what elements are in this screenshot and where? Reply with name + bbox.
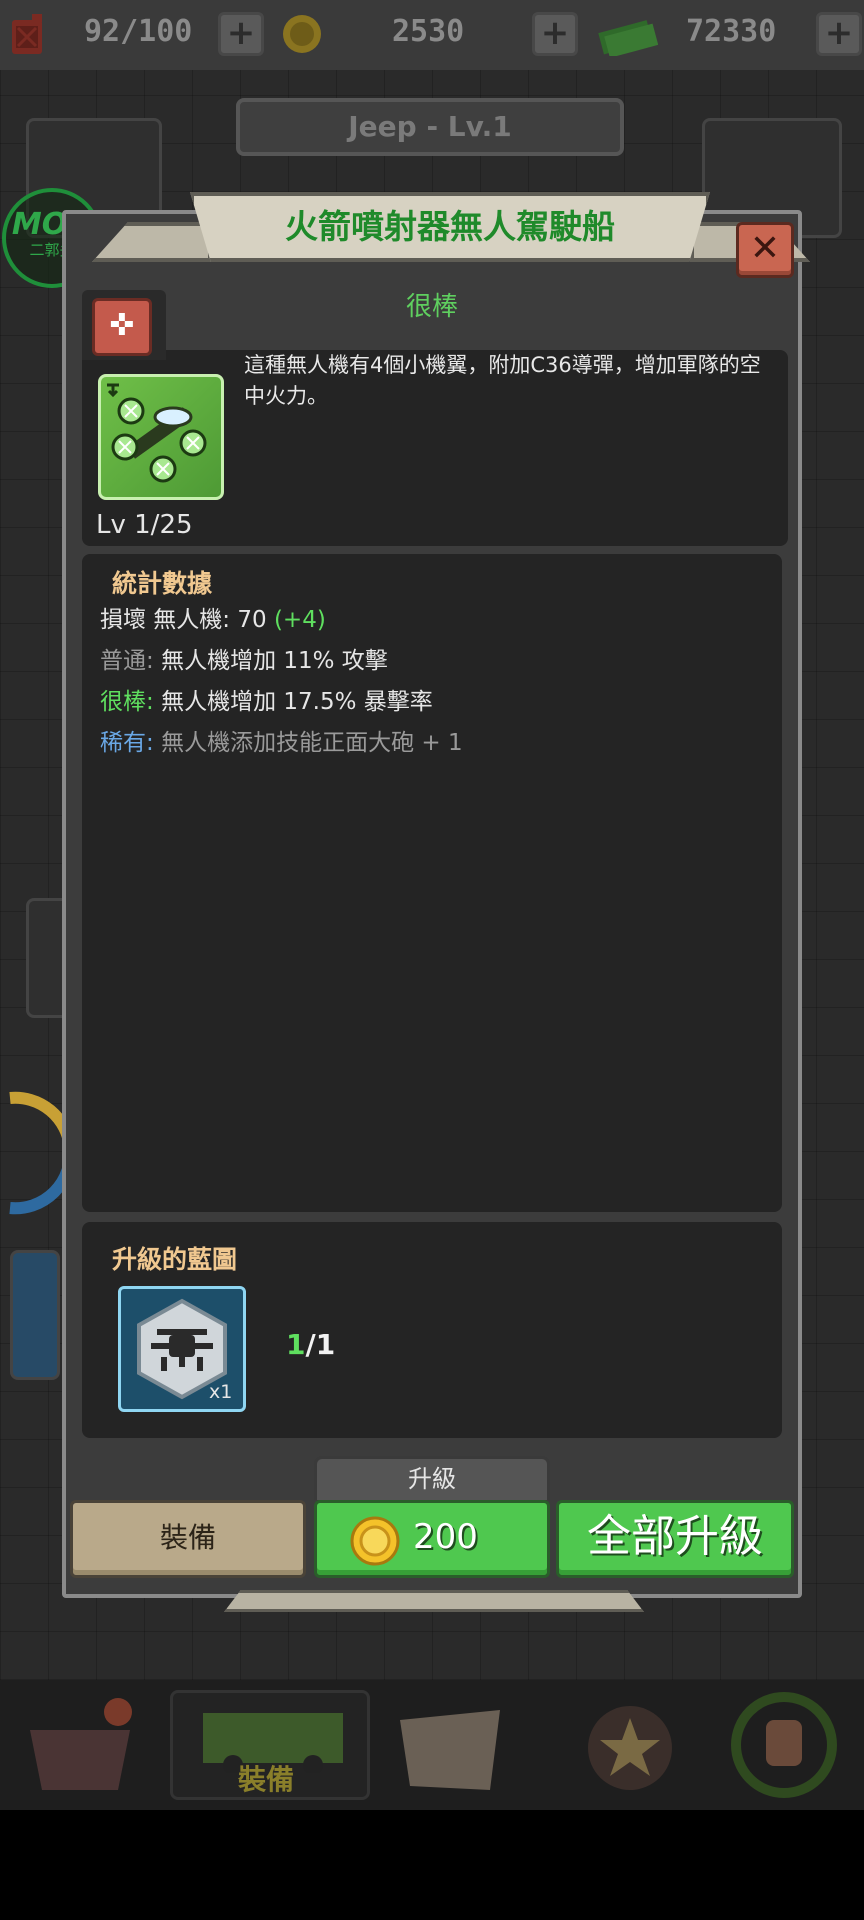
blueprint-card-qty: x1 bbox=[209, 1381, 233, 1403]
stats-heading: 統計數據 bbox=[112, 569, 213, 598]
stat-damage-bonus: (+4) bbox=[273, 607, 326, 633]
item-description: 這種無人機有4個小機翼，附加C36導彈，增加軍隊的空中火力。 bbox=[244, 353, 761, 408]
side-slot bbox=[10, 1250, 60, 1380]
close-icon: ✕ bbox=[749, 228, 781, 269]
item-level: Lv 1/25 bbox=[96, 510, 193, 540]
fuel-can-icon bbox=[12, 14, 42, 54]
equip-button[interactable]: 裝備 bbox=[70, 1500, 306, 1578]
stat-great: 很棒: 無人機增加 17.5% 暴擊率 bbox=[100, 682, 433, 716]
gold-coin-icon bbox=[350, 1516, 400, 1566]
stat-damage-value: 損壞 無人機: 70 bbox=[100, 607, 267, 633]
nav-medal-icon[interactable] bbox=[570, 1690, 690, 1800]
blueprint-count: 1/1 bbox=[286, 1328, 335, 1361]
item-title: 火箭噴射器無人駕駛船 bbox=[285, 207, 615, 246]
stat-great-tag: 很棒: bbox=[100, 689, 154, 715]
stat-rare-text: 無人機添加技能正面大砲 + 1 bbox=[161, 730, 463, 756]
nav-map-icon[interactable] bbox=[390, 1690, 510, 1800]
blueprint-owned: 1 bbox=[286, 1328, 306, 1361]
gold-coin-icon bbox=[283, 15, 321, 53]
fuel-count: 92/100 bbox=[84, 14, 193, 49]
stat-common-tag: 普通: bbox=[100, 648, 154, 674]
dialog-footer-bar bbox=[224, 1590, 644, 1612]
close-button[interactable]: ✕ bbox=[736, 222, 794, 278]
cash-icon bbox=[598, 20, 658, 56]
rarity-label: 很棒 bbox=[405, 292, 458, 322]
cash-count: 72330 bbox=[686, 14, 777, 49]
drone-item-image bbox=[98, 374, 224, 500]
blueprint-heading: 升級的藍圖 bbox=[112, 1245, 238, 1274]
upgrade-all-button[interactable]: 全部升級 bbox=[556, 1500, 794, 1578]
upgrade-all-label: 全部升級 bbox=[587, 1511, 763, 1562]
stat-damage: 損壞 無人機: 70 (+4) bbox=[100, 600, 326, 634]
add-coins-button[interactable]: + bbox=[532, 12, 578, 56]
upgrade-button[interactable]: 200 bbox=[314, 1500, 550, 1578]
blueprint-needed: /1 bbox=[305, 1328, 336, 1361]
stat-common-text: 無人機增加 11% 攻擊 bbox=[161, 648, 388, 674]
add-cash-button[interactable]: + bbox=[816, 12, 862, 56]
stat-great-text: 無人機增加 17.5% 暴擊率 bbox=[161, 689, 433, 715]
nav-fist-icon[interactable] bbox=[724, 1690, 844, 1800]
resource-bar: 92/100 + 2530 + 72330 + bbox=[0, 0, 864, 70]
nav-shop-basket-icon[interactable] bbox=[20, 1690, 140, 1800]
stat-rare-tag: 稀有: bbox=[100, 730, 154, 756]
stat-rare: 稀有: 無人機添加技能正面大砲 + 1 bbox=[100, 723, 463, 757]
equip-button-label: 裝備 bbox=[159, 1521, 216, 1554]
add-fuel-button[interactable]: + bbox=[218, 12, 264, 56]
blueprint-card[interactable]: x1 bbox=[118, 1286, 246, 1412]
coin-count: 2530 bbox=[392, 14, 465, 49]
upgrade-cost: 200 bbox=[413, 1517, 478, 1557]
vehicle-title: Jeep - Lv.1 bbox=[236, 98, 624, 156]
nav-equip-label: 裝備 bbox=[238, 1763, 295, 1796]
stat-common: 普通: 無人機增加 11% 攻擊 bbox=[100, 641, 388, 675]
drone-icon bbox=[107, 383, 207, 483]
upgrade-header: 升級 bbox=[314, 1456, 550, 1500]
